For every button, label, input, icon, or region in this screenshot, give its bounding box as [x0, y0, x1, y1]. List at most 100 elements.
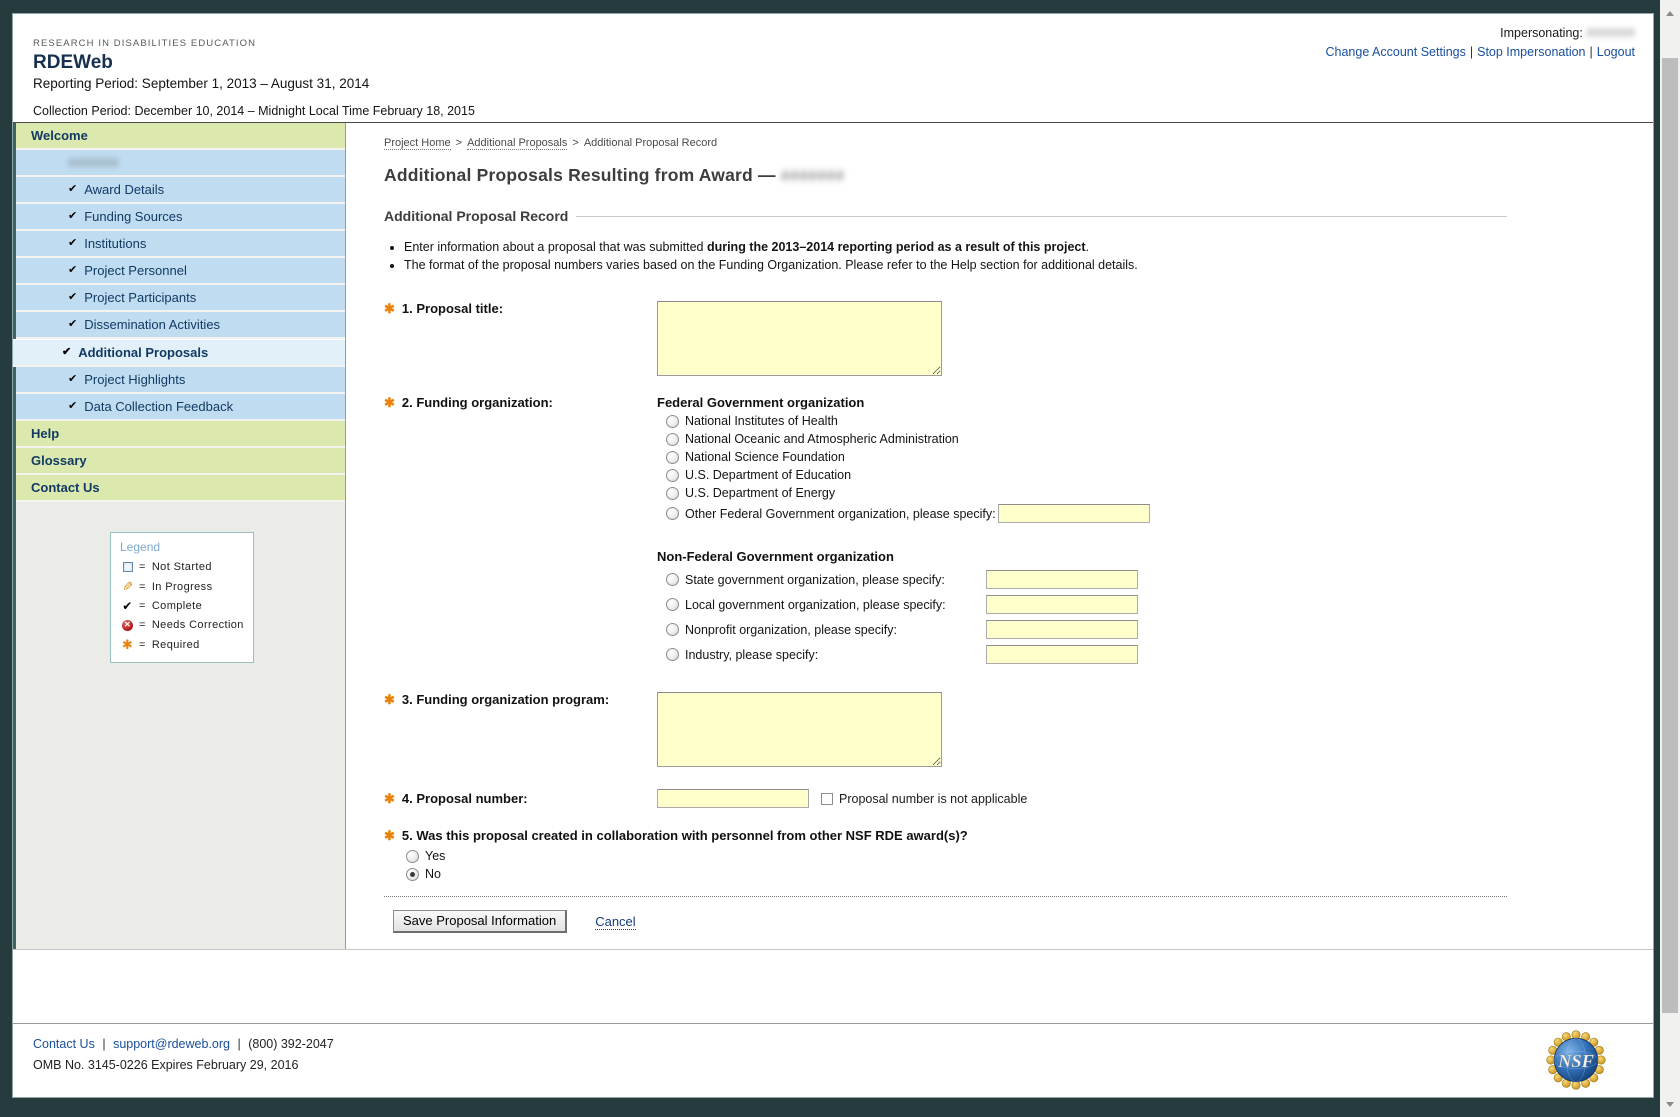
save-proposal-button[interactable]: Save Proposal Information: [393, 910, 568, 933]
legend-title: Legend: [120, 540, 161, 554]
radio-label: No: [425, 867, 441, 881]
required-asterisk-icon: ✱: [384, 301, 395, 316]
app-eyebrow: RESEARCH IN DISABILITIES EDUCATION: [33, 38, 257, 49]
q2-label: ✱ 2. Funding organization:: [384, 395, 553, 410]
radio-icon[interactable]: [666, 573, 679, 586]
sidebar-item-contact-us[interactable]: Contact Us: [16, 475, 345, 502]
radio-label: U.S. Department of Education: [685, 468, 852, 482]
required-asterisk-icon: ✱: [384, 828, 395, 843]
section-title: Additional Proposal Record: [384, 208, 569, 224]
in-progress-pencil-icon: ✎: [121, 579, 134, 594]
checkbox-icon[interactable]: [821, 792, 833, 805]
stop-impersonation-link[interactable]: Stop Impersonation: [1477, 45, 1585, 59]
radio-option-other-federal[interactable]: Other Federal Government organization, p…: [657, 504, 1150, 523]
title-award-number-redacted: #######: [780, 168, 845, 185]
complete-check-icon: ✔: [68, 237, 78, 249]
breadcrumb-project-home-link[interactable]: Project Home: [384, 137, 451, 150]
proposal-title-textarea[interactable]: [657, 301, 942, 376]
radio-option-noaa[interactable]: National Oceanic and Atmospheric Adminis…: [657, 432, 1150, 446]
industry-specify-input[interactable]: [986, 645, 1138, 664]
scroll-up-button[interactable]: [1660, 0, 1680, 26]
arrow-down-icon: [1666, 1101, 1674, 1107]
page-footer: Contact Us | support@rdeweb.org | (800) …: [13, 1023, 1653, 1097]
radio-option-nonprofit[interactable]: Nonprofit organization, please specify:: [657, 620, 1150, 639]
breadcrumb-additional-proposals-link[interactable]: Additional Proposals: [467, 137, 568, 150]
radio-icon[interactable]: [666, 450, 679, 464]
footer-contact-us-link[interactable]: Contact Us: [33, 1037, 95, 1051]
sidebar-item-additional-proposals[interactable]: ✔ Additional Proposals: [13, 339, 345, 367]
footer-omb-line: OMB No. 3145-0226 Expires February 29, 2…: [33, 1058, 299, 1072]
logout-link[interactable]: Logout: [1597, 45, 1635, 59]
radio-option-no[interactable]: No: [406, 867, 1507, 881]
scrollbar-thumb[interactable]: [1662, 58, 1678, 1013]
radio-option-state-gov[interactable]: State government organization, please sp…: [657, 570, 1150, 589]
footer-separator: |: [237, 1037, 241, 1051]
sidebar-item-help[interactable]: Help: [16, 421, 345, 448]
change-account-settings-link[interactable]: Change Account Settings: [1325, 45, 1465, 59]
radio-icon[interactable]: [666, 468, 679, 482]
link-separator: |: [1469, 45, 1474, 59]
radio-option-local-gov[interactable]: Local government organization, please sp…: [657, 595, 1150, 614]
sidebar-item-data-collection-feedback[interactable]: ✔ Data Collection Feedback: [16, 394, 345, 421]
breadcrumb-current: Additional Proposal Record: [583, 137, 718, 149]
proposal-number-input[interactable]: [657, 789, 809, 808]
sidebar-item-institutions[interactable]: ✔ Institutions: [16, 231, 345, 258]
radio-icon[interactable]: [666, 414, 679, 428]
radio-icon-selected[interactable]: [406, 867, 419, 881]
radio-option-yes[interactable]: Yes: [406, 849, 1507, 863]
needs-correction-x-icon: ✕: [122, 619, 133, 631]
legend-row-required: ✱ = Required: [120, 638, 245, 651]
proposal-number-na-option[interactable]: Proposal number is not applicable: [821, 792, 1027, 806]
instruction-list: Enter information about a proposal that …: [404, 240, 1507, 272]
sidebar-item-glossary[interactable]: Glossary: [16, 448, 345, 475]
footer-separator: |: [102, 1037, 106, 1051]
radio-option-nih[interactable]: National Institutes of Health: [657, 414, 1150, 428]
radio-icon[interactable]: [666, 507, 679, 520]
state-gov-specify-input[interactable]: [986, 570, 1138, 589]
sidebar-item-dissemination-activities[interactable]: ✔ Dissemination Activities: [16, 312, 345, 339]
legend-row-needs-correction: ✕ = Needs Correction: [120, 619, 245, 631]
complete-check-icon: ✔: [68, 210, 78, 222]
nonprofit-specify-input[interactable]: [986, 620, 1138, 639]
page-title: Additional Proposals Resulting from Awar…: [384, 165, 1507, 186]
funding-org-program-textarea[interactable]: [657, 692, 942, 767]
form-actions: Save Proposal Information Cancel: [384, 910, 1507, 933]
radio-icon[interactable]: [666, 623, 679, 636]
scroll-down-button[interactable]: [1660, 1091, 1680, 1117]
radio-option-dept-energy[interactable]: U.S. Department of Energy: [657, 486, 1150, 500]
radio-icon[interactable]: [666, 598, 679, 611]
sidebar-item-funding-sources[interactable]: ✔ Funding Sources: [16, 204, 345, 231]
vertical-scrollbar[interactable]: [1660, 0, 1680, 1117]
sidebar-item-welcome[interactable]: Welcome: [16, 123, 345, 150]
q3-row: ✱ 3. Funding organization program:: [384, 692, 1507, 767]
footer-email-link[interactable]: support@rdeweb.org: [113, 1037, 230, 1051]
sidebar-item-project-personnel[interactable]: ✔ Project Personnel: [16, 258, 345, 285]
sidebar-item-project-participants[interactable]: ✔ Project Participants: [16, 285, 345, 312]
other-federal-specify-input[interactable]: [997, 504, 1150, 523]
cancel-link[interactable]: Cancel: [595, 914, 636, 930]
sidebar-item-label: Funding Sources: [84, 209, 183, 224]
sidebar-item-label: Project Highlights: [84, 372, 186, 387]
sidebar-item-award-number[interactable]: #######: [16, 150, 345, 177]
local-gov-specify-input[interactable]: [986, 595, 1138, 614]
radio-label: National Science Foundation: [685, 450, 845, 464]
legend-label: Needs Correction: [151, 619, 244, 631]
radio-icon[interactable]: [666, 648, 679, 661]
radio-label: U.S. Department of Energy: [685, 486, 836, 500]
radio-icon[interactable]: [406, 849, 419, 863]
sidebar-item-label: Project Personnel: [84, 263, 187, 278]
equals-sign: =: [139, 638, 146, 651]
radio-option-industry[interactable]: Industry, please specify:: [657, 645, 1150, 664]
sidebar-item-award-details[interactable]: ✔ Award Details: [16, 177, 345, 204]
radio-icon[interactable]: [666, 486, 679, 500]
radio-option-dept-education[interactable]: U.S. Department of Education: [657, 468, 1150, 482]
sidebar-item-project-highlights[interactable]: ✔ Project Highlights: [16, 367, 345, 394]
sidebar-item-label: Project Participants: [84, 290, 197, 305]
legend-row-complete: ✔ = Complete: [120, 600, 245, 612]
legend-label: Required: [151, 638, 200, 651]
radio-icon[interactable]: [666, 432, 679, 446]
nonfederal-group: Non-Federal Government organization Stat…: [657, 549, 1150, 664]
footer-phone: (800) 392-2047: [248, 1037, 334, 1051]
radio-option-nsf[interactable]: National Science Foundation: [657, 450, 1150, 464]
equals-sign: =: [139, 580, 146, 593]
